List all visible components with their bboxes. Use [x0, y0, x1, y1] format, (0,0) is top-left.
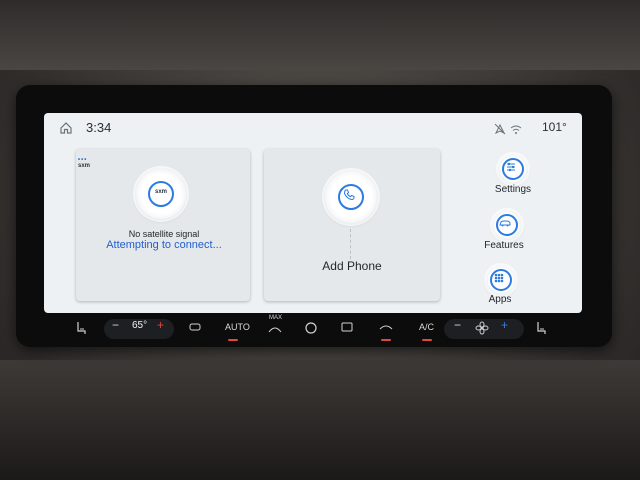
fan-up-button[interactable]: +: [501, 318, 508, 332]
features-label: Features: [484, 240, 524, 251]
seat-heat-right-icon[interactable]: [534, 320, 548, 336]
settings-button[interactable]: [499, 155, 527, 183]
no-location-icon: [494, 123, 506, 135]
infotainment-screen: 3:34 101° ••• sxm sxm No satellite signa…: [44, 113, 582, 313]
ac-indicator: [422, 339, 432, 341]
sxm-logo: ••• sxm: [78, 157, 90, 169]
add-phone-label: Add Phone: [322, 259, 382, 273]
auto-climate-button[interactable]: AUTO: [225, 322, 250, 332]
rear-defrost-icon[interactable]: [188, 320, 202, 334]
wifi-icon: [510, 125, 522, 134]
sxm-source-button[interactable]: sxm: [136, 169, 186, 219]
apps-grid-icon: [490, 269, 512, 291]
signal-status: No satellite signal: [128, 229, 200, 239]
recirc-indicator: [381, 339, 391, 341]
fan-down-button[interactable]: −: [454, 318, 461, 332]
status-bar: 3:34 101°: [44, 113, 582, 143]
fan-icon: [475, 321, 489, 335]
home-icon[interactable]: [59, 121, 73, 135]
temp-down-button[interactable]: −: [112, 318, 119, 332]
sliders-icon: [502, 158, 524, 180]
climate-controls: − 65° + AUTO MAX A/C − +: [44, 315, 582, 344]
driver-temp-value: 65°: [132, 320, 148, 331]
temp-up-button[interactable]: +: [157, 318, 164, 332]
fresh-air-icon[interactable]: [378, 320, 394, 334]
features-button[interactable]: [493, 211, 521, 239]
sxm-logo-text: sxm: [78, 163, 91, 169]
ac-button[interactable]: A/C: [419, 322, 434, 332]
clock: 3:34: [86, 120, 112, 135]
dashboard-bottom: [0, 360, 640, 480]
max-defrost-icon[interactable]: [268, 324, 282, 334]
recirculation-icon[interactable]: [340, 320, 354, 334]
add-phone-button[interactable]: [325, 171, 377, 223]
connectivity-icons: [494, 123, 522, 135]
sxm-icon: sxm: [148, 181, 174, 207]
max-defrost-label: MAX: [269, 315, 283, 321]
seat-heat-left-icon[interactable]: [74, 320, 88, 336]
steering-heat-icon[interactable]: [304, 320, 318, 336]
auto-indicator: [228, 339, 238, 341]
phone-icon: [338, 184, 364, 210]
divider-line: [350, 229, 351, 259]
apps-label: Apps: [488, 294, 512, 305]
outside-temperature: 101°: [542, 120, 567, 134]
sxm-icon-text: sxm: [154, 189, 167, 195]
settings-label: Settings: [494, 184, 532, 195]
connection-status: Attempting to connect...: [106, 239, 222, 251]
car-icon: [496, 214, 518, 236]
apps-button[interactable]: [487, 266, 515, 294]
dashboard-top: [0, 0, 640, 70]
